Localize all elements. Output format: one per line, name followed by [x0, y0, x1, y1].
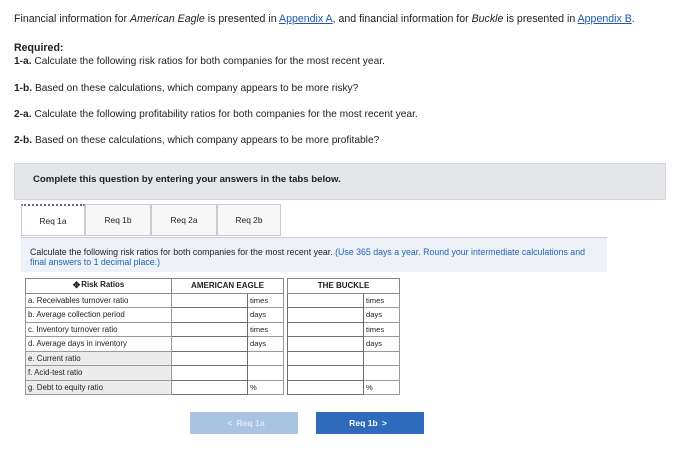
unit-label [247, 365, 284, 381]
next-req-label: Req 1b [349, 418, 378, 428]
table-row: c. Inventory turnover ratio times times [25, 321, 400, 337]
unit-label [363, 350, 400, 366]
table-row: e. Current ratio [25, 350, 400, 366]
row-label: a. Receivables turnover ratio [25, 292, 172, 308]
buckle-input[interactable] [287, 350, 364, 366]
unit-label: days [363, 336, 400, 352]
table-row: f. Acid-test ratio [25, 365, 400, 381]
unit-label: % [247, 379, 284, 395]
instruction-banner: Complete this question by entering your … [14, 163, 666, 200]
requirement-1a: 1-a. Calculate the following risk ratios… [14, 56, 385, 67]
row-label: g. Debt to equity ratio [25, 379, 172, 395]
unit-label: times [363, 321, 400, 337]
american-eagle-input[interactable] [171, 336, 248, 352]
intro-part: Financial information for [14, 13, 130, 25]
required-title: Required: [14, 42, 64, 54]
unit-label: times [247, 321, 284, 337]
instruction-text: Complete this question by entering your … [33, 174, 341, 185]
requirement-2a: 2-a. Calculate the following profitabili… [14, 109, 418, 120]
appendix-b-link[interactable]: Appendix B [578, 13, 632, 25]
buckle-input[interactable] [287, 307, 364, 323]
panel-text: Calculate the following risk ratios for … [30, 247, 336, 257]
intro-part: . [631, 13, 635, 25]
buckle-input[interactable] [287, 379, 364, 395]
unit-label: % [363, 379, 400, 395]
move-icon: ✥ [72, 280, 81, 291]
tab-req-1b[interactable]: Req 1b [85, 204, 151, 236]
table-row: b. Average collection period days days [25, 307, 400, 323]
requirement-2b: 2-b. Based on these calculations, which … [14, 135, 380, 146]
table-row: a. Receivables turnover ratio times time… [25, 292, 400, 308]
row-label: f. Acid-test ratio [25, 365, 172, 381]
company-name: American Eagle [130, 13, 205, 25]
buckle-input[interactable] [287, 336, 364, 352]
tab-req-2a[interactable]: Req 2a [151, 204, 217, 236]
american-eagle-input[interactable] [171, 365, 248, 381]
intro-part: , and financial information for [332, 13, 472, 25]
appendix-a-link[interactable]: Appendix A [279, 13, 333, 25]
prev-req-button[interactable]: < Req 1a [190, 412, 298, 434]
row-label: b. Average collection period [25, 307, 172, 323]
panel-instructions: Calculate the following risk ratios for … [21, 237, 607, 272]
table-row: g. Debt to equity ratio % % [25, 379, 400, 395]
unit-label: days [247, 336, 284, 352]
risk-ratios-table: ✥Risk Ratios AMERICAN EAGLE THE BUCKLE a… [25, 278, 400, 395]
intro-text: Financial information for American Eagle… [14, 13, 635, 25]
requirement-1b: 1-b. Based on these calculations, which … [14, 83, 359, 94]
prev-req-label: Req 1a [236, 418, 265, 428]
unit-label: days [247, 307, 284, 323]
unit-label [247, 350, 284, 366]
buckle-input[interactable] [287, 321, 364, 337]
american-eagle-input[interactable] [171, 350, 248, 366]
risk-ratios-header: ✥Risk Ratios [25, 278, 172, 294]
tab-req-2b[interactable]: Req 2b [217, 204, 281, 236]
buckle-input[interactable] [287, 292, 364, 308]
buckle-input[interactable] [287, 365, 364, 381]
next-req-button[interactable]: Req 1b > [316, 412, 424, 434]
unit-label: times [247, 292, 284, 308]
tab-req-1a[interactable]: Req 1a [21, 204, 85, 236]
row-label: c. Inventory turnover ratio [25, 321, 172, 337]
row-label: d. Average days in inventory [25, 336, 172, 352]
intro-part: is presented in [204, 13, 279, 25]
american-eagle-input[interactable] [171, 307, 248, 323]
american-eagle-header: AMERICAN EAGLE [171, 278, 284, 294]
company-name: Buckle [471, 13, 504, 25]
row-label: e. Current ratio [25, 350, 172, 366]
american-eagle-input[interactable] [171, 379, 248, 395]
table-row: d. Average days in inventory days days [25, 336, 400, 352]
unit-label [363, 365, 400, 381]
unit-label: days [363, 307, 400, 323]
intro-part: is presented in [503, 13, 578, 25]
chevron-right-icon: > [381, 418, 387, 428]
unit-label: times [363, 292, 400, 308]
buckle-header: THE BUCKLE [287, 278, 400, 294]
american-eagle-input[interactable] [171, 292, 248, 308]
chevron-left-icon: < [227, 418, 233, 428]
american-eagle-input[interactable] [171, 321, 248, 337]
